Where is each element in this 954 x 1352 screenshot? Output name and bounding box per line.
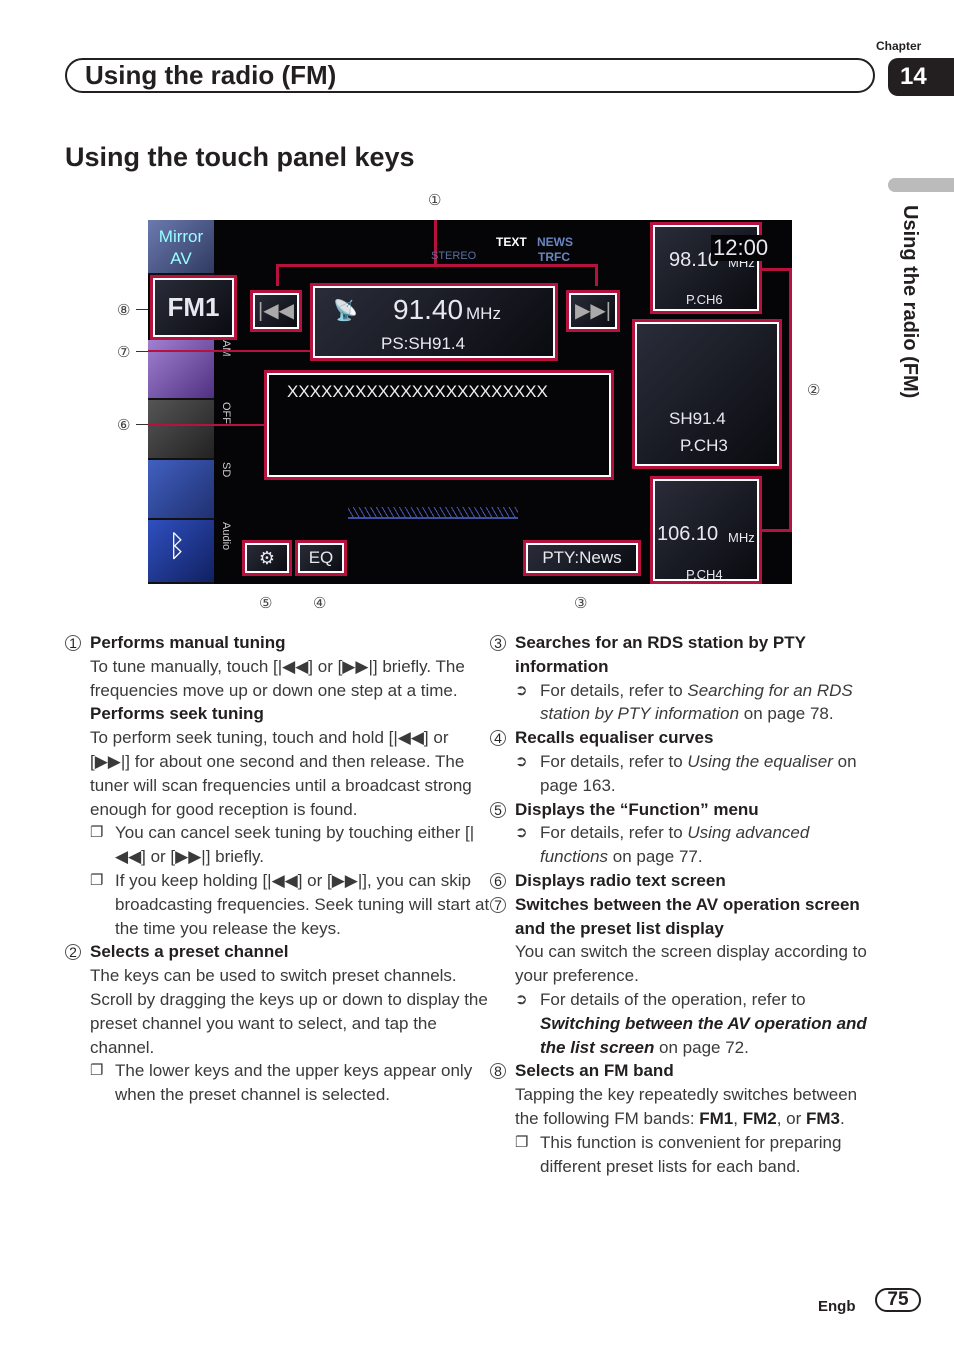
callout-4: ④ [313, 595, 327, 612]
preset-ch4[interactable]: 106.10 MHz P.CH4 [650, 476, 762, 584]
side-tab-label: Using the radio (FM) [899, 205, 921, 399]
bluetooth-icon: ᛒ [168, 530, 186, 563]
preset-ch6[interactable]: 98.10 MHz P.CH6 12:00 [650, 222, 771, 314]
callout-1: ① [428, 192, 442, 209]
callout-3: ③ [574, 595, 588, 612]
next-icon: ▶▶| [575, 300, 611, 322]
chapter-label: Chapter [876, 39, 922, 53]
radio-text-button[interactable]: XXXXXXXXXXXXXXXXXXXXXXX [264, 370, 614, 480]
callout-6: ⑥ [117, 417, 131, 434]
mirror-av-button[interactable]: Mirror AV [148, 220, 214, 275]
preset-ch3[interactable]: SH91.4 P.CH3 [632, 319, 782, 469]
chapter-header: Using the radio (FM) [65, 58, 875, 93]
callout-5: ⑤ [259, 595, 273, 612]
callout-7: ⑦ [117, 344, 131, 361]
band-button[interactable]: FM1 [150, 275, 237, 340]
signal-wave [348, 507, 518, 519]
function-menu-button[interactable]: ⚙ [242, 540, 292, 576]
side-tab-marker [888, 178, 954, 192]
pty-button[interactable]: PTY:News [523, 540, 641, 576]
gear-icon: ⚙ [258, 548, 276, 568]
radio-screen-illustration: Mirror AV ᛒ AM OFF SD Audio STEREO TEXT … [148, 220, 792, 584]
left-column: 1 Performs manual tuning To tune manually… [65, 631, 490, 1107]
link[interactable]: Using the equaliser [687, 752, 833, 771]
eq-button[interactable]: EQ [295, 540, 347, 576]
page-number: 75 [875, 1288, 921, 1312]
callout-2: ② [807, 382, 821, 399]
right-column: 3 Searches for an RDS station by PTY info… [490, 631, 880, 1178]
chapter-number: 14 [888, 58, 954, 96]
seek-back-button[interactable]: |◀◀ [250, 290, 302, 332]
section-title: Using the touch panel keys [65, 142, 415, 172]
seek-forward-button[interactable]: ▶▶| [566, 290, 620, 332]
previous-icon: |◀◀ [258, 300, 294, 322]
frequency-display[interactable]: 📡 91.40 MHz PS:SH91.4 [310, 283, 558, 361]
antenna-icon: 📡 [333, 300, 358, 322]
clock: 12:00 [711, 235, 771, 261]
callout-8: ⑧ [117, 302, 131, 319]
language-label: Engb [818, 1298, 856, 1315]
